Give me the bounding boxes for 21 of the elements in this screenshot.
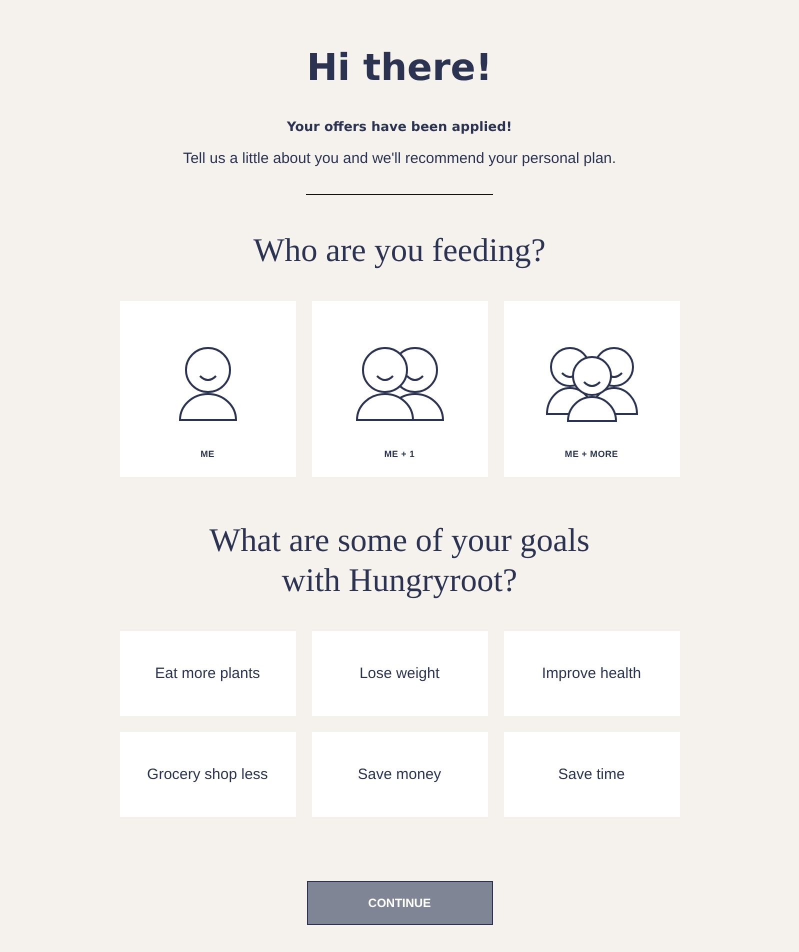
page-title: Hi there!: [306, 45, 492, 91]
intro-text: Tell us a little about you and we'll recommend your personal plan.: [182, 150, 616, 168]
person-icon: [178, 347, 238, 423]
goal-option[interactable]: Save money: [312, 732, 488, 817]
section-heading: with Hungryroot?: [282, 562, 518, 601]
household-option-card[interactable]: ME + 1: [312, 301, 488, 477]
household-option-card[interactable]: ME + MORE: [504, 301, 680, 477]
household-option-card[interactable]: ME: [120, 301, 296, 477]
goal-option[interactable]: Improve health: [504, 631, 680, 716]
option-label: ME: [200, 449, 215, 459]
goal-option[interactable]: Grocery shop less: [120, 732, 296, 817]
offer-notice: Your offers have been applied!: [286, 120, 512, 136]
option-label: ME + 1: [384, 449, 415, 459]
goal-option[interactable]: Eat more plants: [120, 631, 296, 716]
group-icon: [546, 347, 638, 423]
goal-option[interactable]: Save time: [504, 732, 680, 817]
goal-option[interactable]: Lose weight: [312, 631, 488, 716]
option-label: ME + MORE: [564, 449, 618, 459]
section-heading: What are some of your goals: [209, 522, 590, 561]
section-heading: Who are you feeding?: [253, 232, 546, 271]
two-people-icon: [354, 347, 444, 423]
